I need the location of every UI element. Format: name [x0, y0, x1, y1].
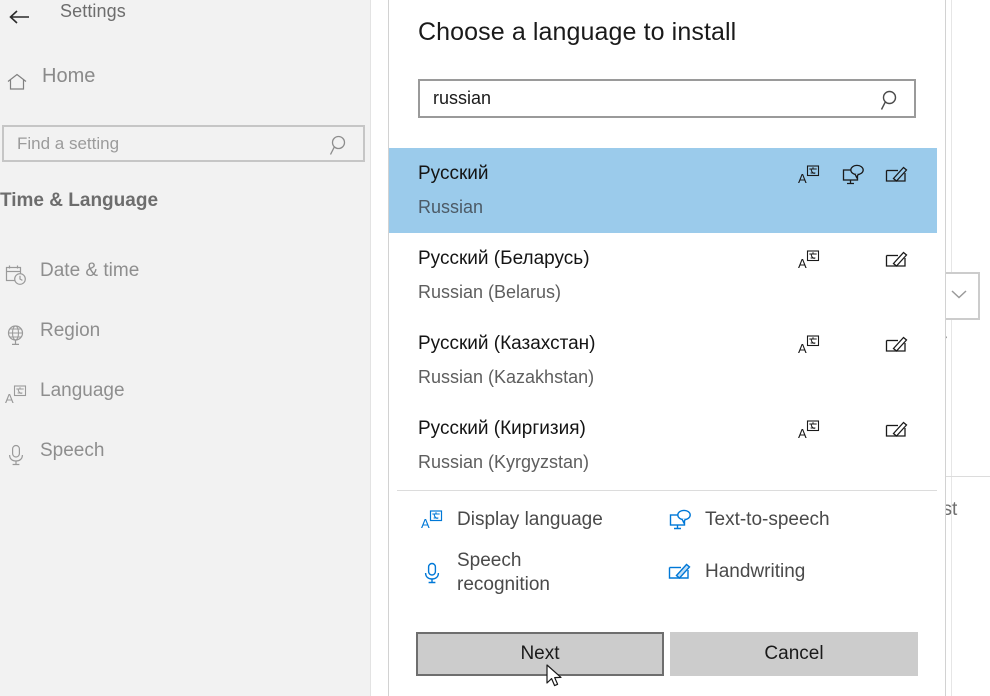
display-language-icon: A [4, 383, 28, 407]
legend-item-text-to-speech: Text-to-speech [665, 507, 830, 533]
list-item[interactable]: Русский (Казахстан) Russian (Kazakhstan)… [389, 318, 945, 403]
display-language-icon: A [787, 417, 831, 443]
sidebar-item-region-label: Region [40, 320, 100, 342]
language-list-scrollbar[interactable] [937, 148, 945, 490]
content-divider [951, 0, 952, 696]
search-input[interactable] [4, 134, 304, 154]
svg-text:A: A [798, 341, 807, 356]
svg-text:A: A [421, 516, 430, 531]
language-native-name: Русский (Киргизия) [418, 418, 586, 440]
display-language-icon: A [787, 162, 831, 188]
app-title: Settings [60, 1, 126, 22]
display-language-icon: A [787, 332, 831, 358]
svg-text:A: A [798, 256, 807, 271]
display-language-icon: A [787, 247, 831, 273]
legend-label: Handwriting [705, 560, 805, 584]
legend-item-handwriting: Handwriting [665, 559, 805, 585]
handwriting-icon [875, 162, 919, 188]
sidebar-item-language-label: Language [40, 380, 125, 402]
list-item[interactable]: Русский (Беларусь) Russian (Belarus) A [389, 233, 945, 318]
language-native-name: Русский [418, 163, 489, 185]
language-english-name: Russian (Kyrgyzstan) [418, 452, 589, 473]
back-row: Settings [0, 0, 371, 34]
sidebar-section-title: Time & Language [0, 190, 158, 212]
language-search-box[interactable] [418, 79, 916, 118]
sidebar-item-date-time[interactable]: Date & time [0, 253, 371, 297]
text-to-speech-icon [665, 507, 695, 533]
legend-divider [397, 490, 937, 491]
legend-label: Speech recognition [457, 549, 617, 597]
language-native-name: Русский (Беларусь) [418, 248, 590, 270]
globe-icon [4, 323, 28, 347]
svg-text:A: A [798, 171, 807, 186]
language-english-name: Russian [418, 197, 483, 218]
cancel-button[interactable]: Cancel [670, 632, 918, 676]
language-feature-icons: A [787, 332, 919, 358]
screen: Settings Home Time & [0, 0, 990, 696]
home-icon [4, 70, 30, 94]
legend-item-display-language: A Display language [417, 507, 603, 533]
sidebar-item-language[interactable]: A Language [0, 373, 371, 417]
sidebar-item-speech[interactable]: Speech [0, 433, 371, 477]
language-list[interactable]: Русский Russian A [389, 148, 945, 490]
display-language-icon: A [417, 507, 447, 533]
next-button[interactable]: Next [416, 632, 664, 676]
dialog-title: Choose a language to install [418, 18, 736, 47]
back-arrow-icon[interactable] [6, 5, 32, 29]
handwriting-icon [875, 332, 919, 358]
sidebar-item-region[interactable]: Region [0, 313, 371, 357]
handwriting-icon [665, 559, 695, 585]
sidebar-item-speech-label: Speech [40, 440, 104, 462]
handwriting-icon [875, 247, 919, 273]
language-native-name: Русский (Казахстан) [418, 333, 595, 355]
calendar-clock-icon [4, 263, 28, 287]
find-a-setting-box[interactable] [2, 125, 365, 162]
sidebar-item-home[interactable]: Home [0, 62, 371, 102]
sidebar-item-date-time-label: Date & time [40, 260, 139, 282]
list-item[interactable]: Русский Russian A [389, 148, 945, 233]
language-english-name: Russian (Belarus) [418, 282, 561, 303]
text-to-speech-icon [831, 162, 875, 188]
mouse-cursor [546, 664, 566, 696]
sidebar-item-home-label: Home [42, 65, 95, 88]
chevron-down-icon [950, 287, 968, 305]
legend-label: Display language [457, 508, 603, 532]
handwriting-icon [875, 417, 919, 443]
search-icon[interactable] [329, 134, 351, 161]
microphone-icon [417, 560, 447, 586]
search-icon[interactable] [880, 89, 902, 116]
language-feature-icons: A [787, 162, 919, 188]
choose-language-dialog: Choose a language to install Русский Rus… [388, 0, 946, 696]
svg-text:A: A [798, 426, 807, 441]
language-feature-icons: A [787, 417, 919, 443]
language-search-input[interactable] [420, 88, 850, 109]
microphone-icon [4, 443, 28, 467]
language-english-name: Russian (Kazakhstan) [418, 367, 594, 388]
svg-text:A: A [5, 391, 14, 406]
legend-item-speech-recognition: Speech recognition [417, 549, 617, 597]
list-item[interactable]: Русский (Киргизия) Russian (Kyrgyzstan) … [389, 403, 945, 488]
language-feature-icons: A [787, 247, 919, 273]
legend-label: Text-to-speech [705, 508, 830, 532]
settings-sidebar: Settings Home Time & [0, 0, 371, 696]
